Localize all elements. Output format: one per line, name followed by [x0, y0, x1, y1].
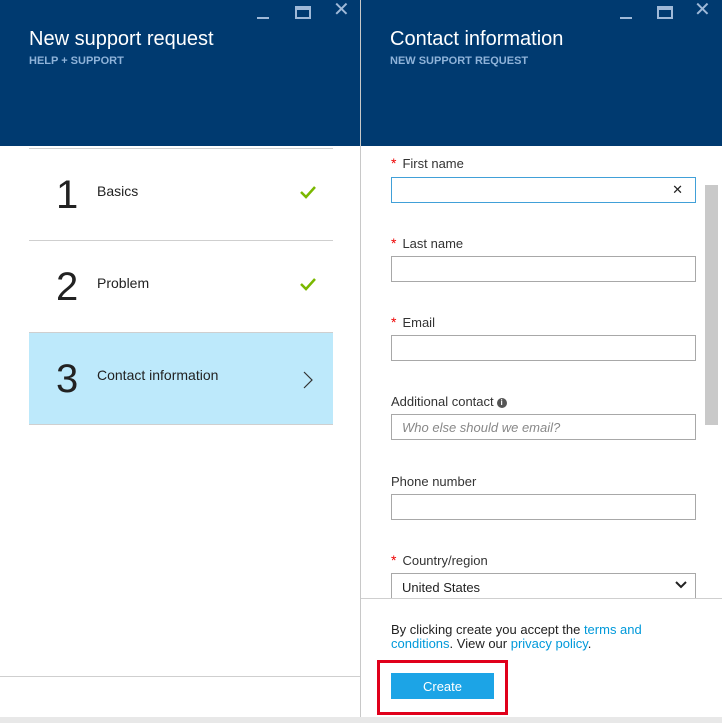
country-region-label: * Country/region — [391, 552, 488, 568]
step-number: 3 — [56, 357, 79, 401]
bottom-bar — [0, 717, 722, 723]
country-region-value: United States — [402, 580, 481, 595]
step-problem[interactable]: 2 Problem — [29, 240, 333, 331]
scrollbar-thumb[interactable] — [705, 185, 718, 425]
blade-subtitle: NEW SUPPORT REQUEST — [390, 55, 529, 67]
additional-contact-field[interactable] — [391, 414, 696, 440]
step-label: Problem — [97, 275, 150, 291]
blade-subtitle: HELP + SUPPORT — [29, 55, 124, 67]
privacy-policy-link[interactable]: privacy policy — [511, 636, 588, 651]
checkmark-icon — [300, 186, 316, 199]
phone-number-label: Phone number — [391, 474, 477, 489]
maximize-icon[interactable] — [657, 6, 673, 19]
email-input[interactable] — [392, 336, 695, 360]
phone-number-input[interactable] — [392, 495, 695, 519]
email-label: * Email — [391, 314, 435, 330]
checkmark-icon — [300, 278, 316, 291]
blade-title: New support request — [29, 28, 214, 50]
chevron-down-icon — [675, 581, 687, 589]
first-name-label: * First name — [391, 155, 464, 171]
required-marker: * — [391, 552, 397, 568]
clear-icon[interactable]: ✕ — [672, 182, 683, 198]
minimize-icon[interactable] — [257, 17, 269, 19]
step-basics[interactable]: 1 Basics — [29, 148, 333, 239]
required-marker: * — [391, 314, 397, 330]
chevron-right-icon — [303, 371, 313, 389]
divider — [361, 598, 722, 599]
required-marker: * — [391, 235, 397, 251]
step-label: Contact information — [97, 367, 219, 383]
last-name-field[interactable] — [391, 256, 696, 282]
step-label: Basics — [97, 183, 139, 199]
info-icon[interactable]: i — [496, 398, 507, 408]
first-name-input[interactable] — [392, 178, 695, 202]
blade-header: Contact information NEW SUPPORT REQUEST … — [361, 0, 722, 146]
create-button[interactable]: Create — [391, 673, 494, 699]
blade-header: New support request HELP + SUPPORT ✕ — [0, 0, 360, 146]
close-icon[interactable]: ✕ — [333, 0, 350, 20]
first-name-field[interactable]: ✕ — [391, 177, 696, 203]
last-name-label: * Last name — [391, 235, 464, 251]
divider — [0, 676, 360, 677]
contact-information-blade: Contact information NEW SUPPORT REQUEST … — [361, 0, 722, 723]
country-region-select[interactable]: United States — [391, 573, 696, 598]
maximize-icon[interactable] — [295, 6, 311, 19]
terms-text: By clicking create you accept the terms … — [391, 622, 642, 651]
phone-number-field[interactable] — [391, 494, 696, 520]
last-name-input[interactable] — [392, 257, 695, 281]
new-support-request-blade: New support request HELP + SUPPORT ✕ 1 B… — [0, 0, 361, 723]
email-field[interactable] — [391, 335, 696, 361]
blade-title: Contact information — [390, 28, 564, 50]
step-contact-information[interactable]: 3 Contact information — [29, 332, 333, 425]
additional-contact-label: Additional contact i — [391, 394, 507, 409]
step-number: 1 — [56, 173, 79, 217]
close-icon[interactable]: ✕ — [694, 0, 711, 20]
step-number: 2 — [56, 265, 79, 309]
minimize-icon[interactable] — [620, 17, 632, 19]
required-marker: * — [391, 155, 397, 171]
additional-contact-input[interactable] — [392, 415, 695, 439]
